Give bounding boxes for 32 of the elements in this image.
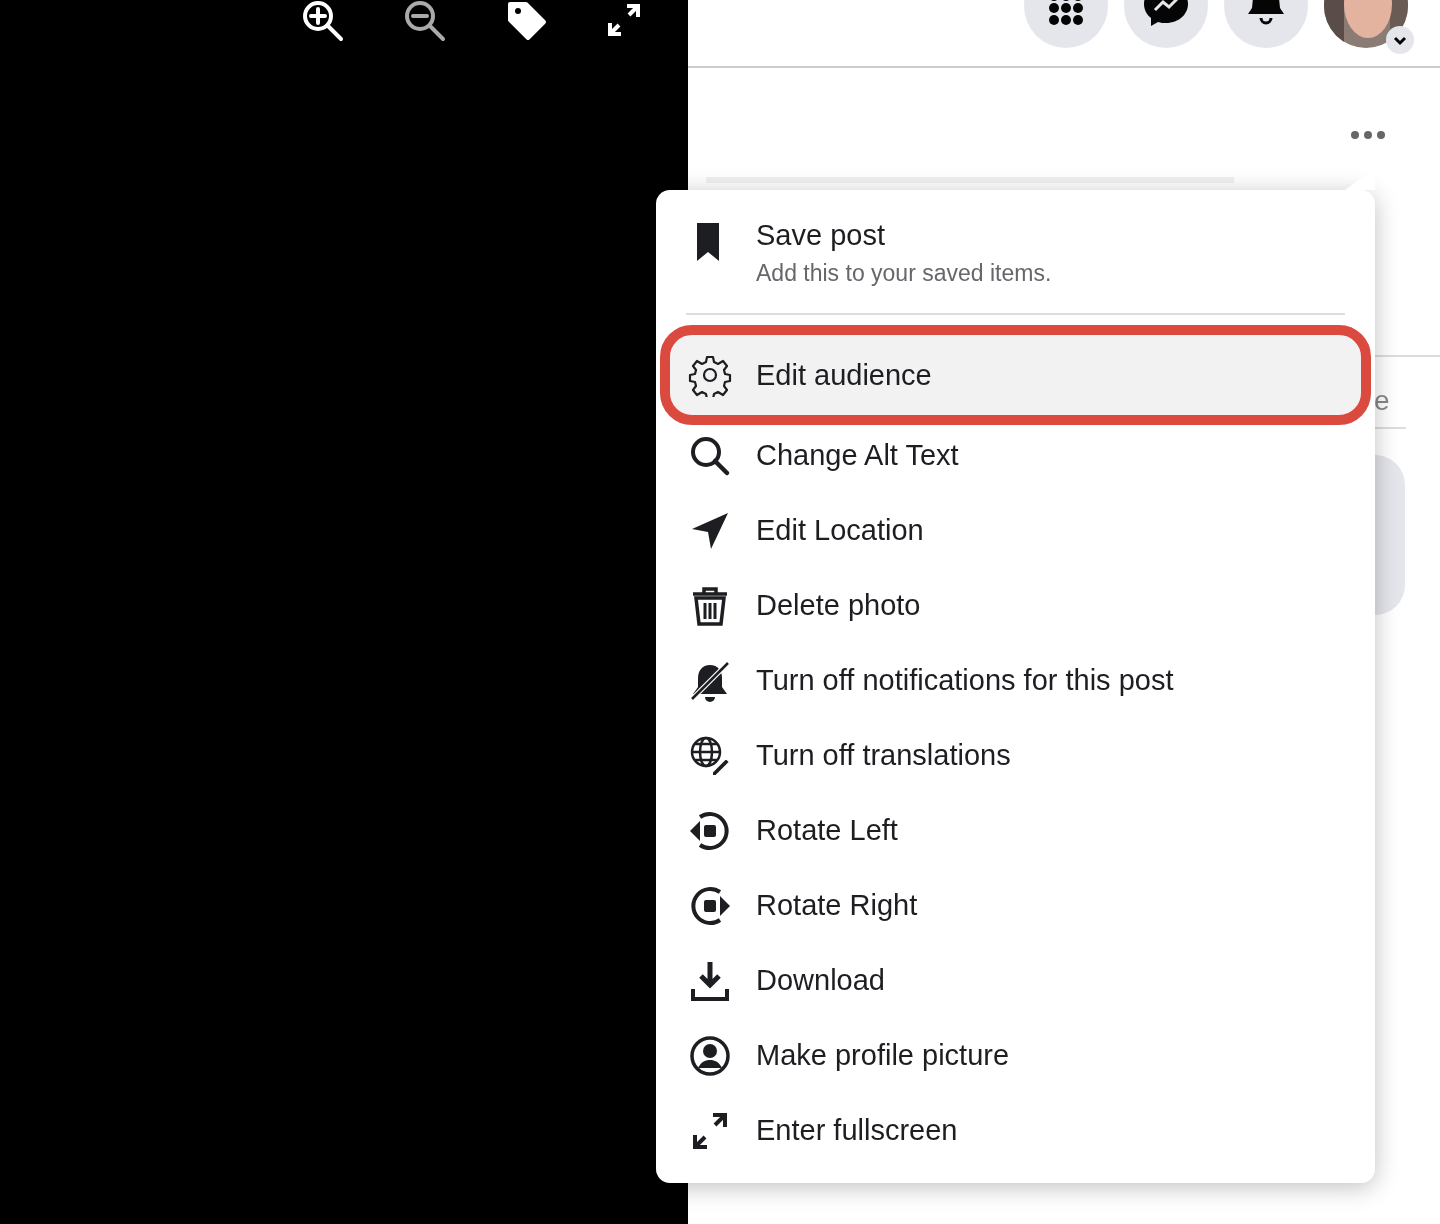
partial-label: e [1374,385,1391,417]
fullscreen-icon[interactable] [606,2,642,38]
menu-item-description: Add this to your saved items. [756,260,1052,287]
menu-item-label: Download [756,964,885,997]
menu-item-label: Make profile picture [756,1039,1010,1072]
gear-icon [688,353,732,397]
menu-item-label: Edit audience [756,358,932,392]
menu-item[interactable]: Download [670,943,1361,1018]
zoom-in-icon[interactable] [300,0,346,42]
menu-item[interactable]: Turn off notifications for this post [670,643,1361,718]
menu-item-label: Change Alt Text [756,439,959,472]
menu-item[interactable]: Delete photo [670,568,1361,643]
menu-item-label: Rotate Right [756,889,918,922]
menu-item-label: Edit Location [756,514,924,547]
menu-item-label: Turn off notifications for this post [756,664,1174,697]
menu-item-label: Rotate Left [756,814,898,847]
menu-item[interactable]: Change Alt Text [670,418,1361,493]
more-options-icon[interactable] [1350,130,1386,140]
menu-item[interactable]: Rotate Right [670,868,1361,943]
zoom-out-icon[interactable] [402,0,448,42]
menu-item[interactable]: Edit Location [670,493,1361,568]
menu-item-label: Enter fullscreen [756,1114,958,1147]
menu-item[interactable]: Rotate Left [670,793,1361,868]
profile-icon [688,1033,732,1078]
menu-item[interactable]: Enter fullscreen [670,1093,1361,1168]
menu-item[interactable]: Save post Add this to your saved items. [670,205,1361,313]
chevron-down-icon[interactable] [1386,26,1414,54]
menu-item-label: Save post [756,219,886,252]
menu-item[interactable]: Make profile picture [670,1018,1361,1093]
menu-item-label: Delete photo [756,589,921,622]
menu-item[interactable]: Turn off translations [670,718,1361,793]
menu-item-label: Turn off translations [756,739,1011,772]
